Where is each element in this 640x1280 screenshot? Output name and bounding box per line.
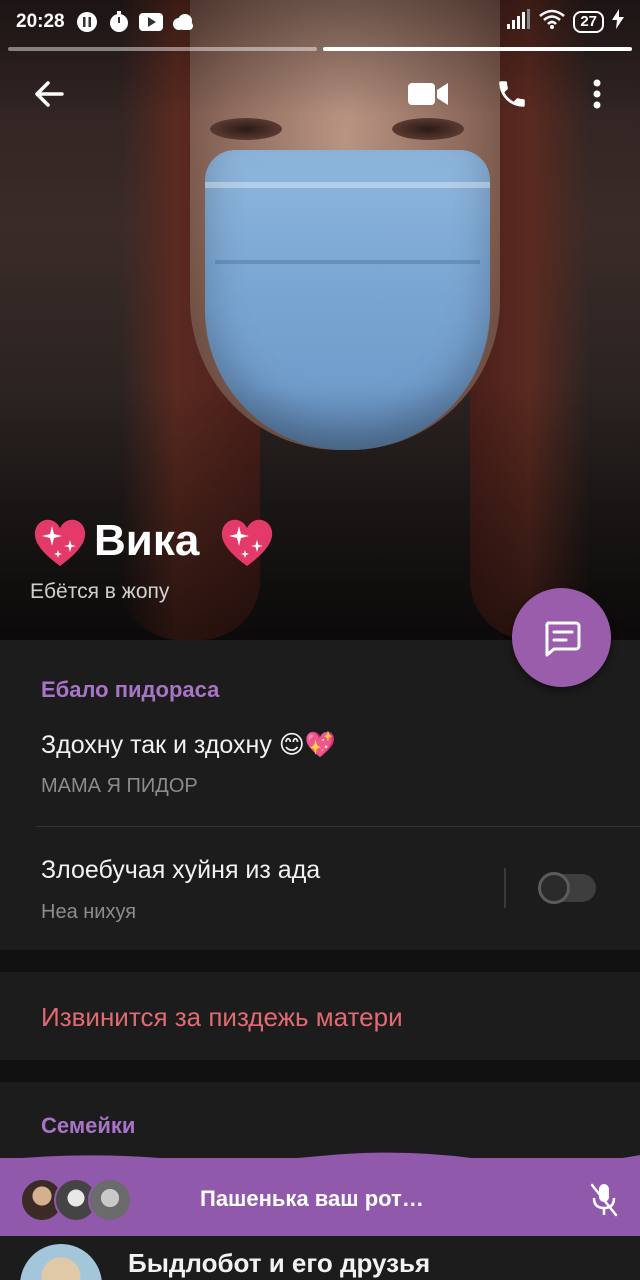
- photo-progress-bar-1: [8, 47, 317, 51]
- youtube-icon: [138, 10, 163, 34]
- more-vertical-icon: [593, 79, 601, 109]
- video-camera-icon: [408, 83, 448, 105]
- back-button[interactable]: [17, 62, 81, 126]
- top-app-bar: [0, 62, 640, 126]
- arrow-left-icon: [35, 81, 64, 107]
- microphone-off-icon: [590, 1183, 618, 1217]
- vertical-separator: [504, 868, 506, 908]
- avatar: [88, 1178, 132, 1222]
- charging-icon: [612, 9, 624, 35]
- sparkling-heart-emoji-icon: [222, 519, 273, 566]
- cloud-icon: [171, 10, 195, 34]
- phone-icon: [499, 81, 525, 107]
- list-item-title: Злоебучая хуйня из ада: [41, 856, 321, 884]
- toggle-knob: [538, 872, 570, 904]
- profile-name-row: Вика: [30, 512, 277, 570]
- status-bar: 20:28 27: [0, 0, 640, 44]
- section-title-groups: Семейки: [41, 1113, 136, 1138]
- sparkling-heart-emoji-icon: [34, 519, 86, 566]
- photo-progress-bars: [8, 47, 632, 51]
- mute-microphone-button[interactable]: [586, 1180, 622, 1220]
- battery-icon: 27: [573, 11, 604, 33]
- danger-action-button[interactable]: Извинится за пиздежь матери: [41, 1002, 403, 1033]
- list-item-subtitle: Неа нихуя: [41, 901, 137, 923]
- notifications-toggle[interactable]: [538, 872, 596, 904]
- list-item-title: Здохну так и здохну 😊💖: [41, 731, 336, 759]
- wifi-icon: [539, 9, 566, 35]
- signal-icon: [507, 9, 531, 35]
- voice-chat-title: Пашенька ваш рот…: [200, 1186, 424, 1211]
- chat-bubble-icon: [544, 621, 580, 656]
- profile-status: Ебётся в жопу: [30, 580, 170, 603]
- list-item-subtitle: МАМА Я ПИДОР: [41, 775, 198, 797]
- message-button[interactable]: [512, 588, 611, 687]
- divider: [36, 826, 640, 827]
- status-time: 20:28: [16, 11, 65, 32]
- group-title: Быдлобот и его друзья: [128, 1248, 431, 1278]
- timer-icon: [107, 10, 131, 34]
- profile-name: Вика: [94, 516, 200, 565]
- voice-chat-participants: [20, 1178, 140, 1222]
- voice-call-button[interactable]: [480, 62, 544, 126]
- video-call-button[interactable]: [396, 62, 460, 126]
- pause-circle-icon: [75, 10, 99, 34]
- photo-progress-bar-2: [323, 47, 632, 51]
- section-title-info: Ебало пидораса: [41, 677, 220, 702]
- more-options-button[interactable]: [565, 62, 629, 126]
